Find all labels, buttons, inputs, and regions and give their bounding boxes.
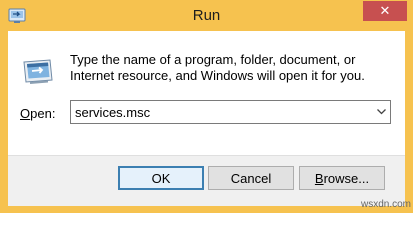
- browse-button[interactable]: Browse...: [299, 166, 385, 190]
- dropdown-button[interactable]: [373, 101, 390, 123]
- open-label: Open:: [20, 106, 55, 121]
- browse-label-text: rowse...: [323, 170, 370, 186]
- title-bar[interactable]: Run ✕: [0, 0, 413, 32]
- close-button[interactable]: ✕: [363, 1, 407, 21]
- browse-button-label: Browse...: [315, 171, 369, 186]
- browse-accelerator: B: [314, 170, 324, 186]
- dialog-description: Type the name of a program, folder, docu…: [70, 52, 365, 83]
- run-dialog: Run ✕ Type the name of a program, folder…: [0, 0, 413, 213]
- open-input[interactable]: [71, 101, 375, 123]
- open-label-accelerator: O: [20, 106, 31, 121]
- cancel-button-label: Cancel: [230, 170, 272, 186]
- button-bar: OK Cancel Browse...: [8, 155, 405, 206]
- ok-button[interactable]: OK: [118, 166, 204, 190]
- chevron-down-icon: [377, 109, 386, 115]
- open-label-text: pen:: [30, 106, 56, 121]
- run-icon-large: [23, 59, 53, 84]
- ok-button-label: OK: [151, 170, 171, 186]
- cancel-button[interactable]: Cancel: [208, 166, 294, 190]
- open-combobox[interactable]: [70, 100, 391, 124]
- window-title: Run: [192, 7, 221, 24]
- watermark: wsxdn.com: [361, 199, 412, 210]
- close-icon: ✕: [379, 3, 391, 18]
